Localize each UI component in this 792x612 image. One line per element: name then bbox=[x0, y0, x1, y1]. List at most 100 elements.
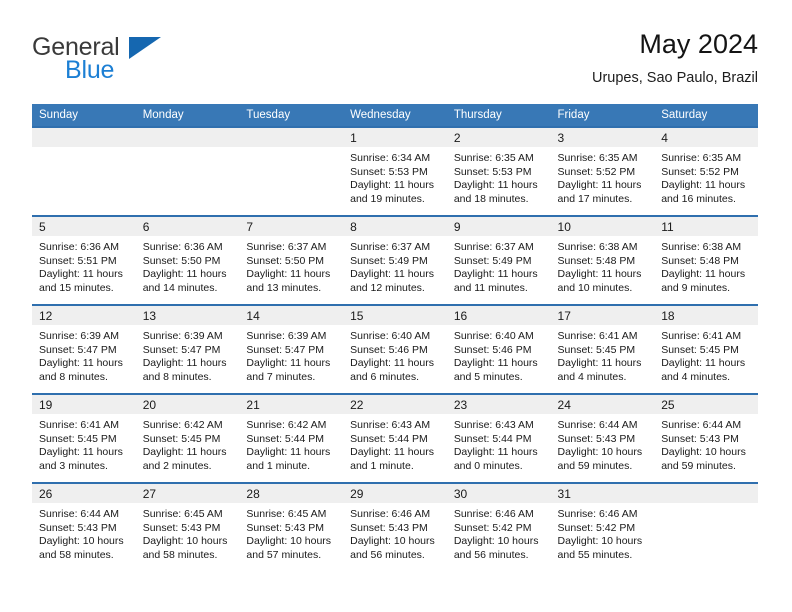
calendar-day-cell[interactable]: 21 Sunrise: 6:42 AM Sunset: 5:44 PM Dayligh… bbox=[239, 393, 344, 483]
day-cell-inner: 15 Sunrise: 6:40 AM Sunset: 5:46 PM Dayligh… bbox=[343, 306, 447, 393]
day-cell-inner: 11 Sunrise: 6:38 AM Sunset: 5:48 PM Dayligh… bbox=[654, 217, 758, 304]
calendar-day-cell[interactable]: 25 Sunrise: 6:44 AM Sunset: 5:43 PM Dayligh… bbox=[654, 393, 758, 483]
calendar-day-cell[interactable]: 18 Sunrise: 6:41 AM Sunset: 5:45 PM Dayligh… bbox=[654, 304, 758, 394]
calendar-day-cell[interactable]: 27 Sunrise: 6:45 AM Sunset: 5:43 PM Dayligh… bbox=[135, 482, 240, 572]
daylight-label-line2: and 4 minutes. bbox=[557, 370, 627, 383]
daylight-label-line2: and 0 minutes. bbox=[453, 459, 523, 472]
day-number-band: 15 bbox=[343, 306, 447, 325]
day-details: Sunrise: 6:37 AM Sunset: 5:50 PM Daylight:… bbox=[239, 236, 343, 295]
calendar-day-cell[interactable]: 12 Sunrise: 6:39 AM Sunset: 5:47 PM Dayligh… bbox=[32, 304, 136, 394]
day-cell-inner: 2 Sunrise: 6:35 AM Sunset: 5:53 PM Daylight… bbox=[446, 128, 551, 215]
calendar-day-cell[interactable]: 28 Sunrise: 6:45 AM Sunset: 5:43 PM Dayligh… bbox=[239, 482, 344, 572]
calendar-day-cell[interactable]: 10 Sunrise: 6:38 AM Sunset: 5:48 PM Dayligh… bbox=[550, 215, 655, 305]
calendar-day-cell[interactable]: 3 Sunrise: 6:35 AM Sunset: 5:52 PM Daylight… bbox=[550, 126, 655, 216]
day-number: 4 bbox=[661, 131, 668, 145]
day-number: 23 bbox=[453, 398, 468, 412]
sunset-label: Sunset: 5:52 PM bbox=[557, 165, 636, 178]
calendar-day-cell[interactable]: 9 Sunrise: 6:37 AM Sunset: 5:49 PM Daylight… bbox=[446, 215, 551, 305]
calendar-day-cell[interactable]: 16 Sunrise: 6:40 AM Sunset: 5:46 PM Dayligh… bbox=[446, 304, 551, 394]
calendar-week-row: 12 Sunrise: 6:39 AM Sunset: 5:47 PM Dayligh… bbox=[32, 304, 758, 394]
calendar-cell-empty bbox=[135, 126, 240, 216]
sunset-label: Sunset: 5:50 PM bbox=[142, 254, 221, 267]
day-details: Sunrise: 6:42 AM Sunset: 5:44 PM Daylight:… bbox=[239, 414, 343, 473]
day-number: 15 bbox=[350, 309, 364, 323]
day-cell-inner bbox=[654, 484, 758, 572]
day-number: 5 bbox=[39, 220, 46, 234]
day-cell-inner: 9 Sunrise: 6:37 AM Sunset: 5:49 PM Daylight… bbox=[446, 217, 551, 304]
sunrise-label: Sunrise: 6:44 AM bbox=[557, 419, 638, 431]
day-number-band: 14 bbox=[239, 306, 344, 325]
daylight-label-line1: Daylight: 11 hours bbox=[39, 446, 123, 459]
day-number-band: 3 bbox=[550, 128, 655, 147]
daylight-label-line2: and 1 minute. bbox=[246, 459, 311, 472]
day-details: Sunrise: 6:40 AM Sunset: 5:46 PM Daylight:… bbox=[447, 325, 551, 384]
calendar-day-cell[interactable]: 1 Sunrise: 6:34 AM Sunset: 5:53 PM Daylight… bbox=[343, 126, 447, 216]
daylight-label-line1: Daylight: 11 hours bbox=[661, 357, 746, 370]
calendar-day-cell[interactable]: 7 Sunrise: 6:37 AM Sunset: 5:50 PM Daylight… bbox=[239, 215, 344, 305]
day-number: 21 bbox=[246, 398, 260, 412]
day-details: Sunrise: 6:46 AM Sunset: 5:42 PM Daylight:… bbox=[551, 503, 655, 562]
sunset-label: Sunset: 5:45 PM bbox=[557, 343, 636, 356]
day-cell-inner: 31 Sunrise: 6:46 AM Sunset: 5:42 PM Dayligh… bbox=[550, 484, 655, 572]
sunset-label: Sunset: 5:49 PM bbox=[350, 254, 428, 267]
day-details: Sunrise: 6:35 AM Sunset: 5:52 PM Daylight:… bbox=[551, 147, 655, 206]
daylight-label-line1: Daylight: 11 hours bbox=[661, 268, 746, 281]
calendar-day-cell[interactable]: 19 Sunrise: 6:41 AM Sunset: 5:45 PM Dayligh… bbox=[32, 393, 136, 483]
brand-logo[interactable]: General Blue bbox=[32, 34, 242, 90]
calendar-day-cell[interactable]: 5 Sunrise: 6:36 AM Sunset: 5:51 PM Daylight… bbox=[32, 215, 136, 305]
sunset-label: Sunset: 5:42 PM bbox=[557, 521, 636, 534]
sunset-label: Sunset: 5:47 PM bbox=[142, 343, 221, 356]
day-number: 12 bbox=[39, 309, 53, 323]
calendar-day-cell[interactable]: 13 Sunrise: 6:39 AM Sunset: 5:47 PM Dayligh… bbox=[135, 304, 240, 394]
sunrise-label: Sunrise: 6:38 AM bbox=[661, 241, 742, 253]
sunrise-label: Sunrise: 6:35 AM bbox=[453, 152, 534, 164]
calendar-day-cell[interactable]: 17 Sunrise: 6:41 AM Sunset: 5:45 PM Dayligh… bbox=[550, 304, 655, 394]
calendar-day-cell[interactable]: 20 Sunrise: 6:42 AM Sunset: 5:45 PM Dayligh… bbox=[135, 393, 240, 483]
calendar-day-cell[interactable]: 26 Sunrise: 6:44 AM Sunset: 5:43 PM Dayligh… bbox=[32, 482, 136, 572]
sunset-label: Sunset: 5:44 PM bbox=[453, 432, 532, 445]
calendar-day-cell[interactable]: 15 Sunrise: 6:40 AM Sunset: 5:46 PM Dayligh… bbox=[343, 304, 447, 394]
calendar-day-cell[interactable]: 22 Sunrise: 6:43 AM Sunset: 5:44 PM Dayligh… bbox=[343, 393, 447, 483]
sunrise-label: Sunrise: 6:37 AM bbox=[453, 241, 534, 253]
sunrise-label: Sunrise: 6:37 AM bbox=[246, 241, 327, 253]
daylight-label-line1: Daylight: 11 hours bbox=[246, 357, 331, 370]
calendar-day-cell[interactable]: 14 Sunrise: 6:39 AM Sunset: 5:47 PM Dayligh… bbox=[239, 304, 344, 394]
day-number-band: 29 bbox=[343, 484, 447, 503]
day-details: Sunrise: 6:43 AM Sunset: 5:44 PM Daylight:… bbox=[447, 414, 551, 473]
calendar-day-cell[interactable]: 30 Sunrise: 6:46 AM Sunset: 5:42 PM Dayligh… bbox=[446, 482, 551, 572]
day-cell-inner: 22 Sunrise: 6:43 AM Sunset: 5:44 PM Dayligh… bbox=[343, 395, 447, 482]
day-number: 11 bbox=[661, 220, 674, 234]
daylight-label-line2: and 59 minutes. bbox=[661, 459, 736, 472]
daylight-label-line1: Daylight: 10 hours bbox=[453, 535, 539, 548]
day-cell-inner: 14 Sunrise: 6:39 AM Sunset: 5:47 PM Dayligh… bbox=[239, 306, 344, 393]
calendar-day-cell[interactable]: 2 Sunrise: 6:35 AM Sunset: 5:53 PM Daylight… bbox=[446, 126, 551, 216]
day-details: Sunrise: 6:38 AM Sunset: 5:48 PM Daylight:… bbox=[654, 236, 758, 295]
day-details: Sunrise: 6:44 AM Sunset: 5:43 PM Daylight:… bbox=[654, 414, 758, 473]
day-details: Sunrise: 6:38 AM Sunset: 5:48 PM Daylight:… bbox=[551, 236, 655, 295]
day-cell-inner: 23 Sunrise: 6:43 AM Sunset: 5:44 PM Dayligh… bbox=[446, 395, 551, 482]
daylight-label-line1: Daylight: 11 hours bbox=[557, 268, 642, 281]
calendar-day-cell[interactable]: 31 Sunrise: 6:46 AM Sunset: 5:42 PM Dayligh… bbox=[550, 482, 655, 572]
sunrise-label: Sunrise: 6:43 AM bbox=[350, 419, 431, 431]
calendar-week-row: 5 Sunrise: 6:36 AM Sunset: 5:51 PM Daylight… bbox=[32, 215, 758, 305]
calendar-day-cell[interactable]: 11 Sunrise: 6:38 AM Sunset: 5:48 PM Dayligh… bbox=[654, 215, 758, 305]
day-cell-inner: 10 Sunrise: 6:38 AM Sunset: 5:48 PM Dayligh… bbox=[550, 217, 655, 304]
sunset-label: Sunset: 5:47 PM bbox=[246, 343, 325, 356]
calendar-day-cell[interactable]: 24 Sunrise: 6:44 AM Sunset: 5:43 PM Dayligh… bbox=[550, 393, 655, 483]
calendar-day-cell[interactable]: 8 Sunrise: 6:37 AM Sunset: 5:49 PM Daylight… bbox=[343, 215, 447, 305]
calendar-day-cell[interactable]: 23 Sunrise: 6:43 AM Sunset: 5:44 PM Dayligh… bbox=[446, 393, 551, 483]
day-number: 22 bbox=[350, 398, 364, 412]
sunrise-label: Sunrise: 6:46 AM bbox=[350, 508, 431, 520]
calendar-day-cell[interactable]: 29 Sunrise: 6:46 AM Sunset: 5:43 PM Dayligh… bbox=[343, 482, 447, 572]
sunset-label: Sunset: 5:48 PM bbox=[661, 254, 739, 267]
day-cell-inner: 3 Sunrise: 6:35 AM Sunset: 5:52 PM Daylight… bbox=[550, 128, 655, 215]
daylight-label-line1: Daylight: 11 hours bbox=[350, 179, 434, 192]
day-number-band: 9 bbox=[446, 217, 551, 236]
day-number-band: 20 bbox=[135, 395, 240, 414]
calendar-day-cell[interactable]: 4 Sunrise: 6:35 AM Sunset: 5:52 PM Daylight… bbox=[654, 126, 758, 216]
calendar-day-cell[interactable]: 6 Sunrise: 6:36 AM Sunset: 5:50 PM Daylight… bbox=[135, 215, 240, 305]
day-number-band bbox=[654, 484, 758, 503]
sunset-label: Sunset: 5:46 PM bbox=[453, 343, 532, 356]
daylight-label-line1: Daylight: 11 hours bbox=[350, 268, 434, 281]
daylight-label-line1: Daylight: 10 hours bbox=[557, 535, 643, 548]
